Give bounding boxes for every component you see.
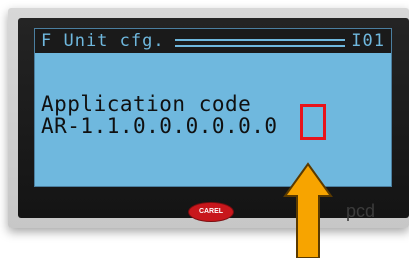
lcd-line-application-label: Application code — [41, 92, 252, 116]
highlight-box — [300, 104, 326, 140]
up-arrow-icon — [283, 162, 333, 258]
carel-logo: CAREL — [189, 203, 233, 221]
controller-device: F Unit cfg. I01 Application code AR-1.1.… — [8, 8, 409, 228]
lcd-title: F Unit cfg. — [41, 31, 165, 51]
lcd-line-application-code: AR-1.1.0.0.0.0.0.0 — [41, 114, 278, 138]
device-bezel: F Unit cfg. I01 Application code AR-1.1.… — [18, 18, 409, 218]
lcd-title-bar: F Unit cfg. I01 — [35, 29, 391, 53]
lcd-screen-code: I01 — [351, 31, 385, 51]
pcd-logo: pcd — [346, 201, 376, 221]
title-stripe-divider — [175, 39, 345, 47]
lcd-screen: F Unit cfg. I01 Application code AR-1.1.… — [34, 28, 392, 187]
